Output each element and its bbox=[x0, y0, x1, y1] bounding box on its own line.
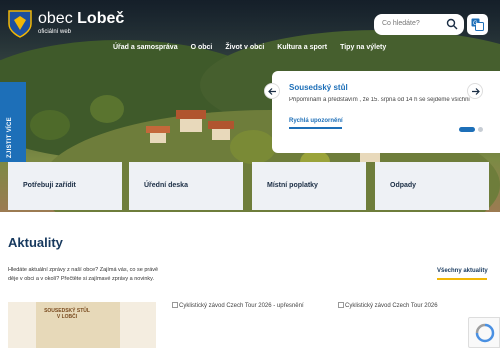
image-alt-text: Cyklistický závod Czech Tour 2026 - upře… bbox=[179, 303, 304, 309]
site-title-prefix: obec bbox=[38, 10, 73, 27]
translate-button[interactable]: G bbox=[467, 14, 488, 35]
nav-item-zivot[interactable]: Život v obci bbox=[225, 44, 264, 56]
news-intro-text: Hledáte aktuální zprávy z naší obce? Zaj… bbox=[8, 267, 159, 282]
hero-tree bbox=[230, 130, 276, 164]
link-underline bbox=[289, 127, 342, 129]
tile-local-fees[interactable]: Místní poplatky bbox=[252, 162, 366, 210]
site-subtitle: oficiální web bbox=[38, 29, 72, 35]
recaptcha-badge[interactable] bbox=[468, 317, 500, 348]
image-alt-text: Cyklistický závod Czech Tour 2026 bbox=[345, 303, 438, 309]
site-title[interactable]: obec Lobeč bbox=[38, 10, 124, 28]
slider-dot[interactable] bbox=[478, 127, 483, 132]
main-nav: Úřad a samospráva O obci Život v obci Ku… bbox=[113, 44, 399, 56]
poster-image: SOUSEDSKÝ STŮL V LOBČI bbox=[36, 302, 120, 348]
coat-of-arms-logo[interactable] bbox=[8, 10, 32, 38]
side-tab-learn-more[interactable]: ZJISTIT VÍCE bbox=[0, 82, 26, 162]
broken-image: Cyklistický závod Czech Tour 2026 - upře… bbox=[172, 302, 304, 309]
broken-image-icon bbox=[338, 302, 344, 308]
side-tab-label: ZJISTIT VÍCE bbox=[7, 117, 13, 158]
poster-title: SOUSEDSKÝ STŮL V LOBČI bbox=[44, 308, 90, 320]
hero-house bbox=[180, 118, 202, 132]
hero-roof bbox=[146, 126, 170, 133]
news-slider-card[interactable]: Sousedský stůl Připomínám a představím ,… bbox=[272, 71, 500, 153]
section-title-news: Aktuality bbox=[8, 235, 63, 250]
svg-text:G: G bbox=[473, 21, 478, 27]
all-news-link[interactable]: Všechny aktuality bbox=[437, 268, 488, 274]
site-title-name: Lobeč bbox=[77, 10, 125, 27]
news-card-poster[interactable]: SOUSEDSKÝ STŮL V LOBČI bbox=[8, 302, 156, 348]
hero-house bbox=[212, 128, 230, 140]
nav-item-o-obci[interactable]: O obci bbox=[191, 44, 213, 56]
hero-roof bbox=[208, 121, 234, 129]
tile-official-board[interactable]: Úřední deska bbox=[129, 162, 243, 210]
quick-notices-link[interactable]: Rychlá upozornění bbox=[289, 118, 343, 124]
hero-tree bbox=[30, 110, 70, 140]
news-title[interactable]: Sousedský stůl bbox=[289, 83, 348, 92]
nav-item-kultura[interactable]: Kultura a sport bbox=[277, 44, 327, 56]
hero-house bbox=[150, 132, 166, 143]
tile-waste[interactable]: Odpady bbox=[375, 162, 489, 210]
nav-item-tipy[interactable]: Tipy na výlety bbox=[340, 44, 386, 56]
slider-prev-button[interactable] bbox=[264, 83, 280, 99]
arrow-left-icon bbox=[268, 88, 276, 95]
tile-label: Místní poplatky bbox=[267, 182, 318, 189]
news-card-image[interactable]: Cyklistický závod Czech Tour 2026 - upře… bbox=[172, 302, 320, 348]
hero-tree bbox=[90, 95, 124, 123]
slider-dot-active[interactable] bbox=[459, 127, 475, 132]
arrow-right-icon bbox=[472, 88, 480, 95]
recaptcha-icon bbox=[475, 323, 495, 343]
tile-need-to-arrange[interactable]: Potřebuji zařídit bbox=[8, 162, 122, 210]
slider-next-button[interactable] bbox=[467, 83, 483, 99]
broken-image-icon bbox=[172, 302, 178, 308]
hero-roof bbox=[176, 110, 206, 119]
link-underline bbox=[437, 278, 487, 280]
news-card-image[interactable]: Cyklistický závod Czech Tour 2026 bbox=[338, 302, 486, 348]
news-excerpt: Připomínám a představím , že 15. srpna o… bbox=[289, 97, 470, 103]
nav-item-urad[interactable]: Úřad a samospráva bbox=[113, 44, 178, 56]
translate-icon: G bbox=[471, 18, 484, 31]
tile-label: Úřední deska bbox=[144, 182, 188, 189]
tile-label: Potřebuji zařídit bbox=[23, 182, 76, 189]
broken-image: Cyklistický závod Czech Tour 2026 bbox=[338, 302, 438, 309]
search-icon[interactable] bbox=[446, 18, 458, 30]
tile-label: Odpady bbox=[390, 182, 417, 189]
